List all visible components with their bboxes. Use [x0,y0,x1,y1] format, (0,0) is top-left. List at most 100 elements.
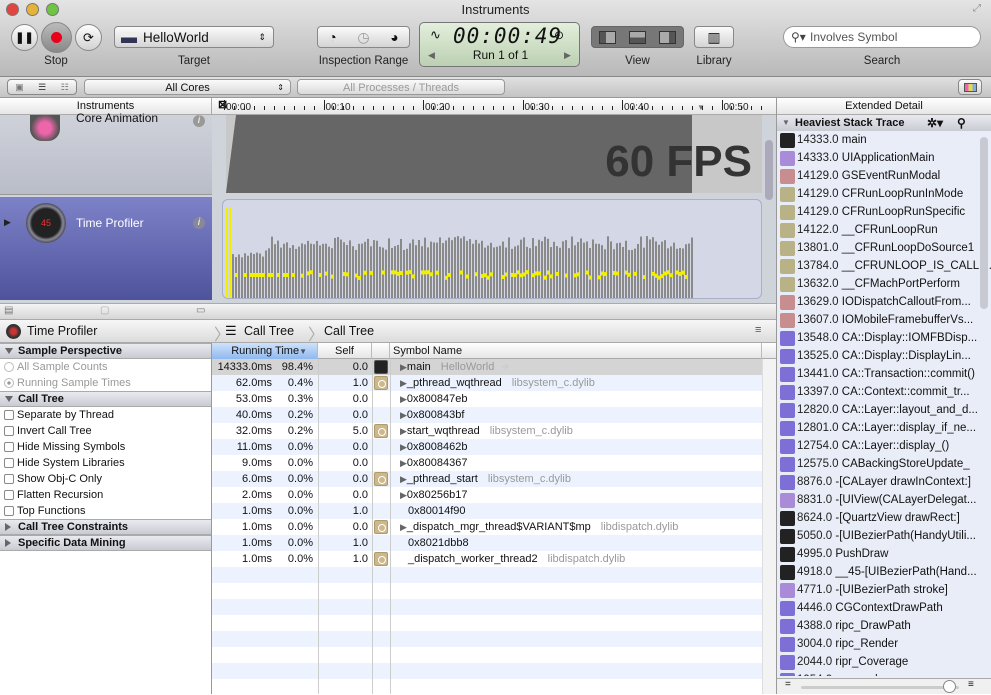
stack-frame[interactable]: 4771.0 -[UIBezierPath stroke] [777,581,991,599]
search-input[interactable]: ⚲▾ Involves Symbol [783,26,981,48]
table-row[interactable]: 32.0ms 0.2% 5.0 ▶start_wqthread libsystem… [212,423,776,439]
disclosure-triangle-icon[interactable]: ▶ [400,426,407,436]
disclosure-triangle-icon[interactable]: ▶ [4,217,11,228]
stack-frame[interactable]: 4446.0 CGContextDrawPath [777,599,991,617]
section-call-tree[interactable]: Call Tree [0,391,211,407]
checkbox[interactable] [4,458,14,468]
disclosure-triangle-icon[interactable]: ▶ [400,362,407,372]
inspection-range-control[interactable]: ◔ ◷ ◕ [317,26,410,48]
radio-all-sample-counts[interactable]: All Sample Counts [0,359,211,375]
table-row[interactable]: 1.0ms 0.0% 1.0 _dispatch_worker_thread2 l… [212,551,776,567]
section-call-tree-constraints[interactable]: Call Tree Constraints [0,519,211,535]
detail-scrollbar[interactable] [980,137,988,309]
detail-style-control[interactable]: ▣ ☰ ☷ [7,79,77,95]
table-row[interactable]: 1.0ms 0.0% 1.0 0x80014f90 [212,503,776,519]
pause-button[interactable]: ❚❚ [11,24,38,51]
checkbox-option[interactable]: Top Functions [0,503,211,519]
checkbox[interactable] [4,474,14,484]
stack-frame[interactable]: 4918.0 __45-[UIBezierPath(Hand... [777,563,991,581]
table-row[interactable]: 14333.0ms 98.4% 0.0 ▶main HelloWorld ➜ [212,359,776,375]
table-row[interactable]: 6.0ms 0.0% 0.0 ▶_pthread_start libsystem_… [212,471,776,487]
clear-range-icon[interactable]: ◷ [357,29,369,46]
info-icon[interactable]: i [193,115,205,127]
stack-frame[interactable]: 12820.0 CA::Layer::layout_and_d... [777,401,991,419]
timeline-ruler[interactable]: ⊠ ▼ 00:0000:1000:2000:3000:4000:50 [212,98,763,115]
stack-frame[interactable]: 4388.0 ripc_DrawPath [777,617,991,635]
stack-frame[interactable]: 14129.0 GSEventRunModal [777,167,991,185]
stack-frame[interactable]: 13441.0 CA::Transaction::commit() [777,365,991,383]
stack-frame[interactable]: 12575.0 CABackingStoreUpdate_ [777,455,991,473]
table-row[interactable]: 1.0ms 0.0% 0.0 ▶_dispatch_mgr_thread$VAR… [212,519,776,535]
stop-record-button[interactable] [41,22,72,53]
disclosure-triangle-icon[interactable]: ▶ [400,458,407,468]
loop-button[interactable]: ⟳ [75,24,102,51]
outline-view-icon[interactable]: ☷ [61,82,69,93]
target-selector[interactable]: HelloWorld ⇕ [114,26,274,48]
stack-frame[interactable]: 14129.0 CFRunLoopRunInMode [777,185,991,203]
view-control[interactable] [591,26,684,48]
stack-frame[interactable]: 12801.0 CA::Layer::display_if_ne... [777,419,991,437]
disclosure-triangle-icon[interactable]: ▶ [400,474,407,484]
stack-frame[interactable]: 14122.0 __CFRunLoopRun [777,221,991,239]
stack-frame[interactable]: 4995.0 PushDraw [777,545,991,563]
disclosure-triangle-icon[interactable]: ▶ [400,490,407,500]
fullscreen-icon[interactable]: ⤢ [973,3,981,14]
view-bottom-pane-toggle[interactable] [622,27,652,47]
close-button[interactable] [6,3,19,16]
minimize-button[interactable] [26,3,39,16]
radio-running-sample-times[interactable]: Running Sample Times [0,375,211,391]
processes-selector[interactable]: All Processes / Threads [297,79,505,95]
checkbox-option[interactable]: Hide System Libraries [0,455,211,471]
slider-knob[interactable] [943,680,956,693]
stack-frame[interactable]: 8876.0 -[CALayer drawInContext:] [777,473,991,491]
stack-frame[interactable]: 14333.0 UIApplicationMain [777,149,991,167]
stack-frame[interactable]: 8831.0 -[UIView(CALayerDelegat... [777,491,991,509]
checkbox[interactable] [4,442,14,452]
stack-frame[interactable]: 13801.0 __CFRunLoopDoSource1 [777,239,991,257]
checkbox-option[interactable]: Hide Missing Symbols [0,439,211,455]
breadcrumb-item[interactable]: Call Tree [324,324,374,338]
table-row[interactable]: 11.0ms 0.0% 0.0 ▶0x8008462b [212,439,776,455]
checkbox[interactable] [4,410,14,420]
menu-icon[interactable]: ≡ [755,324,761,336]
heaviest-stack-trace-header[interactable]: ▼ Heaviest Stack Trace ✲▾ ⚲ [777,115,991,131]
range-end-icon[interactable]: ◕ [390,29,398,45]
column-running-time[interactable]: Running Time▼ [212,343,318,359]
breadcrumb-item[interactable]: Call Tree [244,324,294,338]
stack-frame[interactable]: 5050.0 -[UIBezierPath(HandyUtili... [777,527,991,545]
next-run-button[interactable]: ▶ [564,50,571,61]
zoom-button[interactable] [46,3,59,16]
range-start-icon[interactable]: ◔ [328,29,336,45]
column-symbol-name[interactable]: Symbol Name [390,343,762,359]
disclosure-triangle-icon[interactable]: ▶ [400,522,407,532]
track-time-profiler[interactable]: ▶ 45 Time Profiler i [0,197,212,300]
column-self[interactable]: Self [318,343,372,359]
track-core-animation[interactable]: Core Animation i [0,111,212,195]
table-scrollbar[interactable] [762,359,776,694]
cores-selector[interactable]: All Cores ⇕ [84,79,291,95]
table-row[interactable]: 40.0ms 0.2% 0.0 ▶0x800843bf [212,407,776,423]
stack-frame[interactable]: 1954.0 aa_render [777,671,991,676]
search-icon[interactable]: ⚲ [957,115,966,131]
stack-frame[interactable]: 2044.0 ripr_Coverage [777,653,991,671]
stack-frame[interactable]: 14129.0 CFRunLoopRunSpecific [777,203,991,221]
checkbox[interactable] [4,506,14,516]
breadcrumb-instrument[interactable]: Time Profiler [27,324,97,338]
section-sample-perspective[interactable]: Sample Perspective [0,343,211,359]
stack-frame[interactable]: 13397.0 CA::Context::commit_tr... [777,383,991,401]
disclosure-triangle-icon[interactable]: ▶ [400,394,407,404]
stack-frame[interactable]: 8624.0 -[QuartzView drawRect:] [777,509,991,527]
stack-frame[interactable]: 12754.0 CA::Layer::display_() [777,437,991,455]
table-row[interactable]: 62.0ms 0.4% 1.0 ▶_pthread_wqthread libsys… [212,375,776,391]
checkbox-option[interactable]: Invert Call Tree [0,423,211,439]
gear-icon[interactable]: ✲▾ [927,115,943,131]
page-icon[interactable]: ▢ [100,305,109,316]
disclosure-triangle-icon[interactable]: ▶ [400,410,407,420]
stack-frame[interactable]: 13784.0 __CFRUNLOOP_IS_CALLI... [777,257,991,275]
view-left-pane-toggle[interactable] [592,27,622,47]
sample-view-icon[interactable]: ▣ [15,82,24,93]
checkbox-option[interactable]: Show Obj-C Only [0,471,211,487]
row-size-slider[interactable] [801,686,959,689]
table-row[interactable]: 1.0ms 0.0% 1.0 0x8021dbb8 [212,535,776,551]
view-right-pane-toggle[interactable] [653,27,683,47]
